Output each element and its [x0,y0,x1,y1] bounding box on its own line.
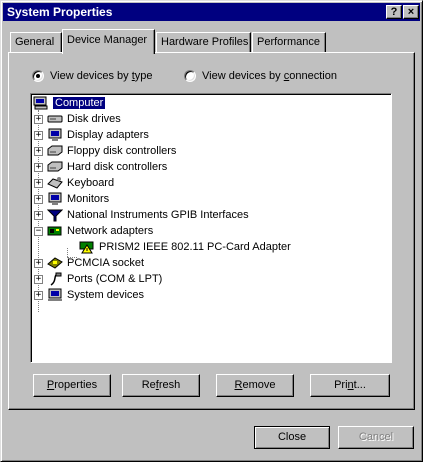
tree-item-gpib-interfaces[interactable]: + National Instruments GPIB Interfaces [34,207,249,223]
network-card-icon [47,226,62,236]
radio-button-checked[interactable] [32,70,44,82]
title-bar[interactable]: System Properties ? × [3,3,420,21]
expand-toggle[interactable]: + [34,194,43,204]
print-button[interactable]: Print... [310,374,390,397]
radio-view-by-type[interactable]: View devices by type [32,69,153,83]
tree-item-floppy-controllers[interactable]: + Floppy disk controllers [34,143,176,159]
refresh-button[interactable]: Refresh [122,374,200,397]
tree-item-label: Hard disk controllers [67,161,168,173]
expand-toggle[interactable]: + [34,130,43,140]
monitor-icon [48,192,62,205]
tree-child-prism2-adapter[interactable]: PRISM2 IEEE 802.11 PC-Card Adapter [79,239,291,255]
tree-root-computer[interactable]: Computer [33,95,106,111]
view-by-type-label: View devices by type [50,70,153,82]
warning-card-icon [79,241,94,254]
tree-root-label: Computer [53,97,106,109]
system-device-icon [48,288,62,301]
tree-item-system-devices[interactable]: + System devices [34,287,144,303]
monitor-icon [48,128,62,141]
pcmcia-icon [47,257,63,269]
expand-toggle[interactable]: + [34,146,43,156]
tab-general[interactable]: General [10,32,62,52]
collapse-toggle[interactable]: − [34,226,43,236]
tree-item-label: Monitors [67,193,110,205]
radio-view-by-connection[interactable]: View devices by connection [184,69,337,83]
tree-item-label: Keyboard [67,177,115,189]
tree-item-label: System devices [67,289,145,301]
device-tree[interactable]: Computer + Disk drives + Display adapter… [30,93,392,363]
tree-item-monitors[interactable]: + Monitors [34,191,109,207]
close-window-button[interactable]: × [403,5,419,19]
expand-toggle[interactable]: + [34,274,43,284]
tree-item-display-adapters[interactable]: + Display adapters [34,127,149,143]
remove-button[interactable]: Remove [216,374,294,397]
port-icon [50,272,62,286]
disk-drive-icon [47,115,63,123]
tree-item-hard-disk-controllers[interactable]: + Hard disk controllers [34,159,167,175]
radio-button-unchecked[interactable] [184,70,196,82]
tree-item-label: Network adapters [67,225,154,237]
keyboard-icon [47,177,63,189]
tree-item-label: Display adapters [67,129,149,141]
tab-performance[interactable]: Performance [252,32,326,52]
tab-device-manager[interactable]: Device Manager [62,29,155,54]
gpib-icon [47,209,63,222]
expand-toggle[interactable]: + [34,290,43,300]
close-button[interactable]: Close [254,426,330,449]
expand-toggle[interactable]: + [34,258,43,268]
tree-item-label: Floppy disk controllers [67,145,177,157]
tree-item-label: Disk drives [67,113,121,125]
tree-item-network-adapters[interactable]: − Network adapters [34,223,153,239]
window-title: System Properties [7,5,113,19]
controller-icon [47,161,63,172]
expand-toggle[interactable]: + [34,178,43,188]
expand-toggle[interactable]: + [34,162,43,172]
tree-item-label: PRISM2 IEEE 802.11 PC-Card Adapter [99,241,291,253]
expand-toggle[interactable]: + [34,210,43,220]
computer-icon [33,96,48,110]
tab-hardware-profiles[interactable]: Hardware Profiles [156,32,251,52]
tree-item-disk-drives[interactable]: + Disk drives [34,111,121,127]
tree-item-label: Ports (COM & LPT) [67,273,163,285]
cancel-button[interactable]: Cancel [338,426,414,449]
properties-button[interactable]: Properties [33,374,111,397]
tree-item-label: National Instruments GPIB Interfaces [67,209,249,221]
help-button[interactable]: ? [386,5,402,19]
expand-toggle[interactable]: + [34,114,43,124]
tree-item-label: PCMCIA socket [67,257,145,269]
view-by-connection-label: View devices by connection [202,70,337,82]
controller-icon [47,145,63,156]
tree-item-ports[interactable]: + Ports (COM & LPT) [34,271,162,287]
tree-item-pcmcia-socket[interactable]: + PCMCIA socket [34,255,144,271]
tree-item-keyboard[interactable]: + Keyboard [34,175,114,191]
